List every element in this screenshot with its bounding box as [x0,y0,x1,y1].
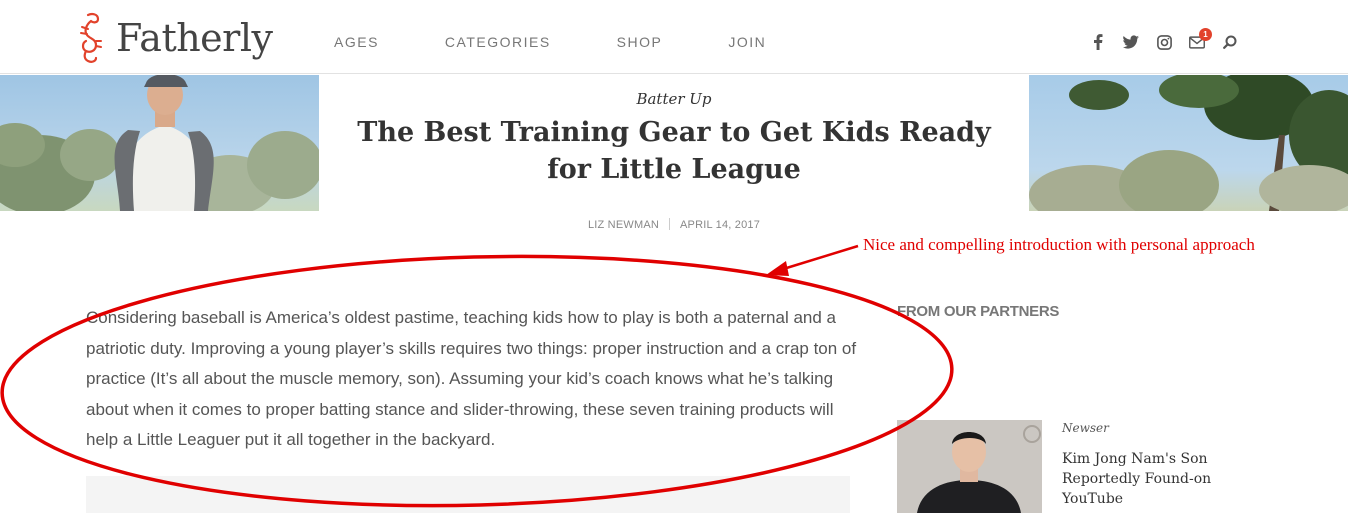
annotation-arrow-head [766,261,789,276]
partner-card-image[interactable] [897,420,1042,513]
hero-image-right [1029,75,1348,211]
hero-image-left [0,75,319,211]
partner-card-title[interactable]: Kim Jong Nam's Son Reportedly Found-on Y… [1062,449,1232,509]
nav-shop[interactable]: SHOP [617,34,663,50]
instagram-icon[interactable] [1156,34,1172,50]
article-intro: Considering baseball is America’s oldest… [86,308,857,449]
nav-join[interactable]: JOIN [728,34,766,50]
publish-date: APRIL 14, 2017 [680,219,761,231]
partner-card-source: Newser [1062,421,1109,435]
partners-heading: FROM OUR PARTNERS [897,303,1060,320]
article-title: The Best Training Gear to Get Kids Ready… [357,117,991,185]
facebook-icon[interactable] [1090,34,1106,50]
main-nav: AGES CATEGORIES SHOP JOIN [334,34,832,50]
embedded-content-box [86,476,850,513]
mail-icon[interactable]: 1 [1189,28,1212,50]
notification-badge: 1 [1199,28,1212,41]
annotation-text: Nice and compelling introduction with pe… [863,235,1255,254]
byline: LIZ NEWMAN APRIL 14, 2017 [319,218,1029,231]
twitter-icon[interactable] [1123,34,1139,50]
seahorse-logo-icon [80,12,102,63]
search-icon[interactable] [1222,34,1238,50]
article-kicker: Batter Up [636,90,712,108]
logo-text: Fatherly [116,16,273,60]
author-name[interactable]: LIZ NEWMAN [588,219,659,231]
social-links: 1 [1090,28,1255,50]
nav-categories[interactable]: CATEGORIES [445,34,551,50]
byline-divider [669,218,670,230]
logo[interactable]: Fatherly [74,10,273,66]
nav-ages[interactable]: AGES [334,34,379,50]
annotation-arrow-line [779,244,859,272]
site-header: Fatherly AGES CATEGORIES SHOP JOIN 1 [0,0,1348,74]
